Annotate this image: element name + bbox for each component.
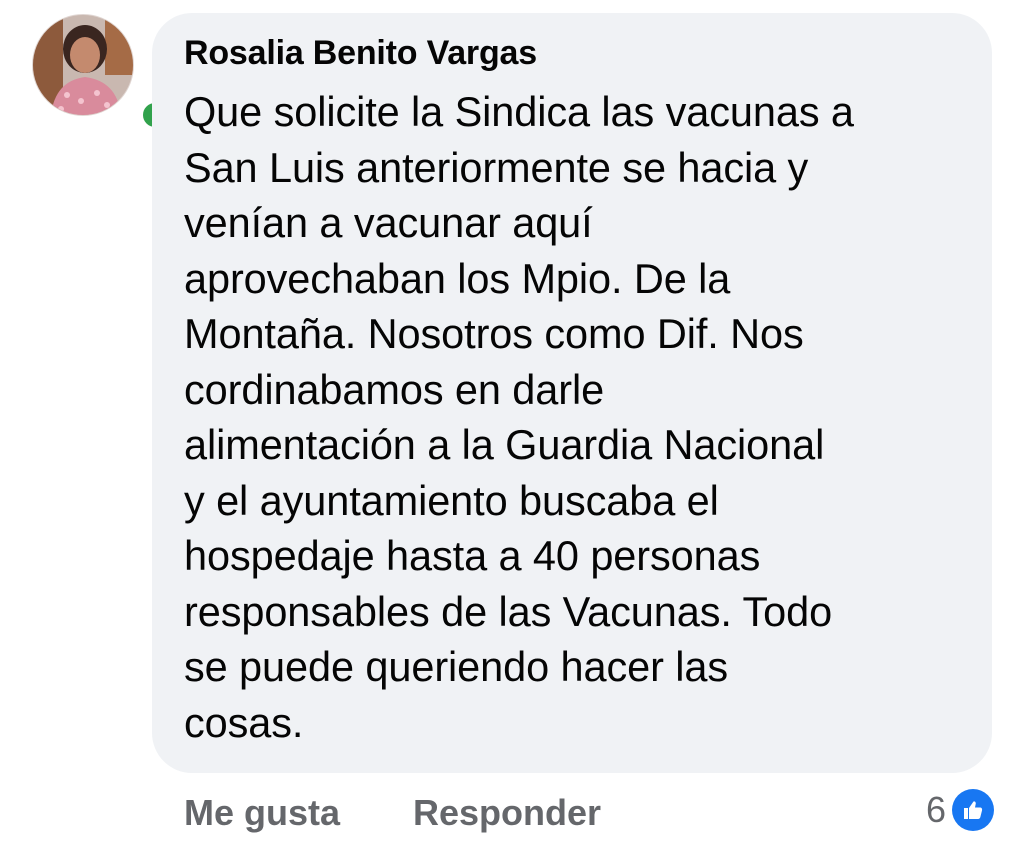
comment-screen: Rosalia Benito Vargas Que solicite la Si… xyxy=(0,0,1024,857)
comment-author-name[interactable]: Rosalia Benito Vargas xyxy=(184,34,537,73)
reactions-summary[interactable]: 6 xyxy=(926,788,994,832)
comment-text: Que solicite la Sindica las vacunas a Sa… xyxy=(184,88,854,746)
avatar-photo xyxy=(33,15,133,115)
avatar-container[interactable] xyxy=(32,14,172,132)
reply-button[interactable]: Responder xyxy=(413,792,601,834)
like-button[interactable]: Me gusta xyxy=(184,792,340,834)
avatar[interactable] xyxy=(32,14,134,116)
like-icon xyxy=(952,789,994,831)
reaction-count: 6 xyxy=(925,789,946,830)
